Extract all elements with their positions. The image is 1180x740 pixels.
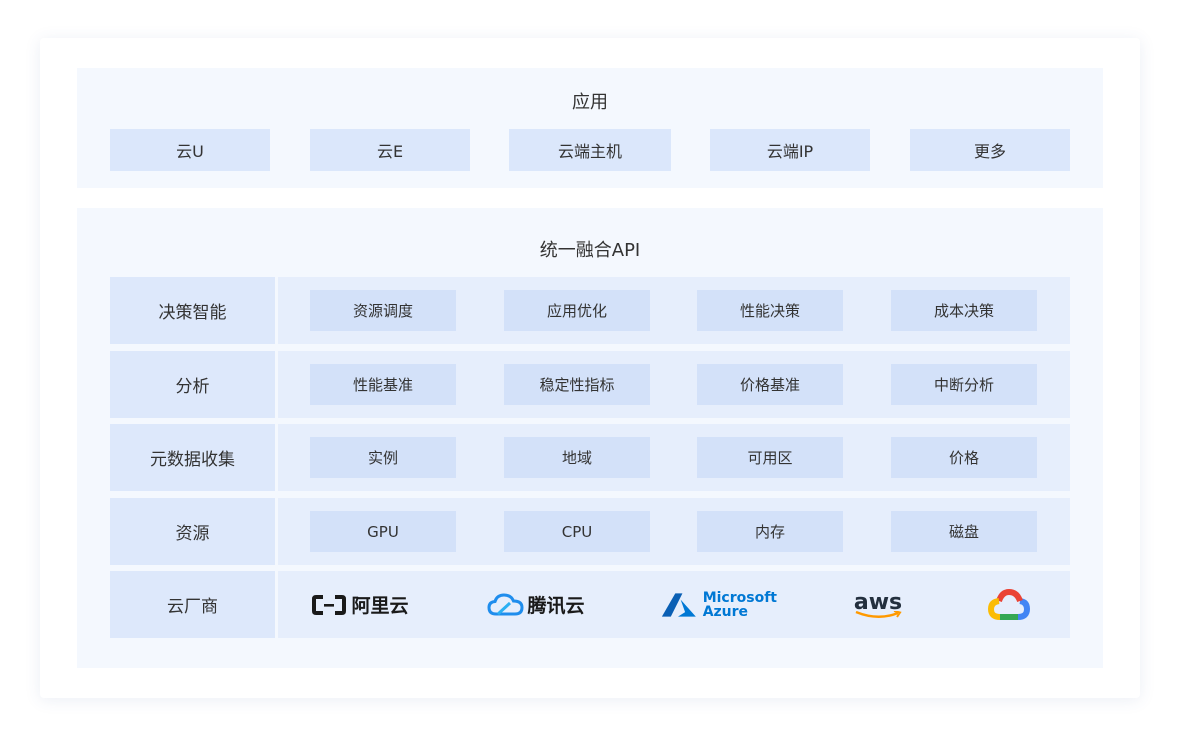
app-layer-panel: 应用 云U 云E 云端主机 云端IP 更多 (77, 68, 1103, 188)
aliyun-logo-icon (312, 594, 347, 615)
app-item-yune: 云E (310, 129, 470, 171)
cell-memory: 内存 (697, 511, 843, 552)
app-item-cloud-host: 云端主机 (509, 129, 671, 171)
cell-performance-benchmark: 性能基准 (310, 364, 456, 405)
row-label: 元数据收集 (110, 424, 275, 491)
azure-line2: Azure (702, 603, 749, 620)
app-item-more: 更多 (910, 129, 1070, 171)
row-decision-intelligence: 决策智能 资源调度 应用优化 性能决策 成本决策 (110, 277, 1070, 344)
app-item-yunu: 云U (110, 129, 270, 171)
cell-price: 价格 (891, 437, 1037, 478)
azure-text: Microsoft Azure (703, 591, 777, 619)
api-layer-title: 统一融合API (539, 240, 641, 261)
row-analysis: 分析 性能基准 稳定性指标 价格基准 中断分析 (110, 351, 1070, 418)
row-label: 资源 (110, 498, 275, 565)
vendor-aliyun: 阿里云 (310, 583, 410, 626)
tencent-cloud-icon (487, 592, 524, 615)
cell-gpu: GPU (310, 511, 456, 552)
tencent-name: 腾讯云 (527, 595, 585, 617)
row-cloud-vendors: 云厂商 阿里云 腾讯云 Microsoft Azure aws (110, 571, 1070, 638)
row-body: GPU CPU 内存 磁盘 (278, 498, 1070, 565)
cell-performance-decision: 性能决策 (697, 290, 843, 331)
row-label: 云厂商 (110, 571, 275, 638)
vendor-aws: aws (848, 583, 908, 626)
azure-logo-icon (661, 592, 696, 617)
vendor-google-cloud (984, 583, 1034, 626)
cell-instance: 实例 (310, 437, 456, 478)
row-body: 性能基准 稳定性指标 价格基准 中断分析 (278, 351, 1070, 418)
aws-smile-icon (855, 611, 902, 618)
cell-resource-scheduling: 资源调度 (310, 290, 456, 331)
cell-app-optimization: 应用优化 (504, 290, 650, 331)
azure-line1: Microsoft (702, 589, 777, 606)
app-items: 云U 云E 云端主机 云端IP 更多 (110, 129, 1070, 171)
row-body: 资源调度 应用优化 性能决策 成本决策 (278, 277, 1070, 344)
row-label: 决策智能 (110, 277, 275, 344)
cell-cpu: CPU (504, 511, 650, 552)
cell-region: 地域 (504, 437, 650, 478)
row-body: 实例 地域 可用区 价格 (278, 424, 1070, 491)
cell-stability-metrics: 稳定性指标 (504, 364, 650, 405)
app-item-cloud-ip: 云端IP (710, 129, 870, 171)
cell-cost-decision: 成本决策 (891, 290, 1037, 331)
row-metadata-collection: 元数据收集 实例 地域 可用区 价格 (110, 424, 1070, 491)
app-layer-title: 应用 (572, 92, 608, 113)
cell-interruption-analysis: 中断分析 (891, 364, 1037, 405)
row-body: 阿里云 腾讯云 Microsoft Azure aws (278, 571, 1070, 638)
cell-price-benchmark: 价格基准 (697, 364, 843, 405)
row-resources: 资源 GPU CPU 内存 磁盘 (110, 498, 1070, 565)
api-layer-panel: 统一融合API 决策智能 资源调度 应用优化 性能决策 成本决策 分析 性能基准… (77, 208, 1103, 668)
cell-disk: 磁盘 (891, 511, 1037, 552)
aliyun-name: 阿里云 (351, 595, 409, 617)
vendor-tencent: 腾讯云 (484, 583, 588, 626)
cell-availability-zone: 可用区 (697, 437, 843, 478)
row-label: 分析 (110, 351, 275, 418)
vendor-microsoft-azure: Microsoft Azure (661, 583, 777, 626)
architecture-card: 应用 云U 云E 云端主机 云端IP 更多 统一融合API 决策智能 资源调度 … (40, 38, 1140, 698)
google-cloud-icon (987, 588, 1031, 620)
